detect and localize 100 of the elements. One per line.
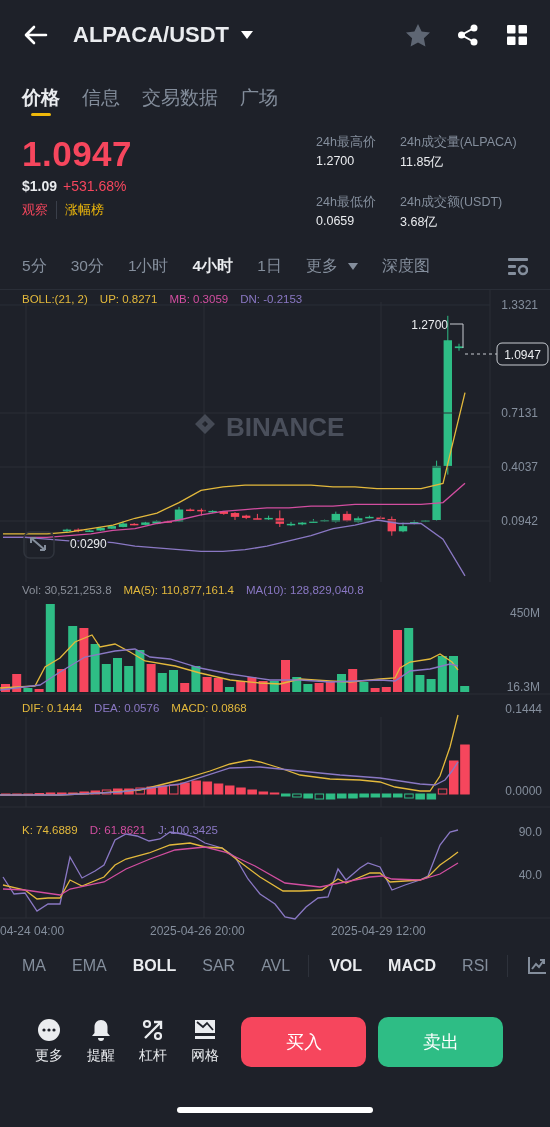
indicator-tab[interactable]: BOLL <box>132 956 177 975</box>
volume-bar <box>213 678 223 692</box>
tab[interactable]: 价格 <box>22 70 60 116</box>
legend-text: Vol: 30,521,253.8 <box>22 584 112 596</box>
watch-tag[interactable]: 观察 <box>22 201 57 219</box>
candlestick <box>398 522 408 533</box>
candlestick <box>354 516 363 524</box>
volume-bar <box>247 677 257 692</box>
share-icon[interactable] <box>457 24 479 46</box>
stat-label: 24h成交量(ALPACA) <box>400 134 518 151</box>
legend-text: DEA: 0.0576 <box>94 702 160 714</box>
candlestick <box>174 506 184 523</box>
candlestick <box>365 515 374 519</box>
indicator-tab[interactable]: MA <box>22 956 46 975</box>
legend-text: MA(5): 110,877,161.4 <box>123 584 234 596</box>
axis-label: 1.3321 <box>501 298 538 312</box>
candlestick <box>286 521 296 527</box>
interval-tab[interactable]: 更多 <box>305 256 358 277</box>
usd-price: $1.09 <box>22 178 58 194</box>
candlestick <box>275 509 284 528</box>
caret-icon[interactable] <box>241 31 254 39</box>
indicator-tab[interactable]: MACD <box>388 956 437 975</box>
legend-text: DN: -0.2153 <box>240 293 303 305</box>
buy-button[interactable]: 买入 <box>241 1017 366 1067</box>
candlestick <box>107 525 116 530</box>
candlestick <box>130 522 139 526</box>
grid-icon[interactable] <box>507 25 527 45</box>
bell-icon <box>90 1019 112 1041</box>
last-price-line <box>464 353 498 355</box>
star-icon[interactable] <box>406 23 430 47</box>
stat-label: 24h成交额(USDT) <box>400 194 504 211</box>
pair-title[interactable]: ALPACA/USDT <box>73 22 230 48</box>
stat-label: 24h最高价 <box>316 134 377 151</box>
histogram-bar <box>146 786 157 795</box>
interval-tab[interactable]: 1小时 <box>127 256 169 277</box>
candlestick <box>141 521 150 526</box>
tab[interactable]: 信息 <box>82 70 120 116</box>
ranking-tag[interactable]: 涨幅榜 <box>57 201 104 219</box>
candlestick <box>309 518 318 524</box>
legend-text: D: 61.8621 <box>89 824 146 836</box>
indicator-tab[interactable]: SAR <box>202 956 236 975</box>
candlestick <box>219 510 228 516</box>
price-change: +531.68% <box>63 178 127 194</box>
percent-arrow-icon <box>142 1019 164 1041</box>
axis-label: 0.4037 <box>501 460 538 474</box>
legend-text: DIF: 0.1444 <box>22 702 83 714</box>
indicator-tab[interactable]: EMA <box>72 956 107 975</box>
tab[interactable]: 交易数据 <box>142 70 218 116</box>
axis-label: 0.0000 <box>505 784 542 798</box>
candlestick <box>242 514 251 520</box>
interval-tab[interactable]: 5分 <box>22 256 47 277</box>
candlestick <box>454 343 464 352</box>
back-icon[interactable] <box>24 25 48 45</box>
volume-bar <box>1 684 10 692</box>
legend-text: UP: 0.8271 <box>99 293 158 305</box>
legend-text: MACD: 0.0868 <box>171 702 247 714</box>
histogram-bar <box>180 782 190 795</box>
low-label: 0.0290 <box>70 537 107 551</box>
interval-tab[interactable]: 30分 <box>70 256 104 277</box>
stat-value: 3.68亿 <box>400 214 439 231</box>
toolbar-button[interactable]: 杠杆 <box>139 1019 167 1065</box>
candlestick <box>331 511 340 524</box>
toolbar-button[interactable]: 提醒 <box>87 1019 115 1065</box>
candlestick <box>152 519 161 525</box>
legend-text: BOLL:(21, 2) <box>22 293 88 305</box>
indicator-tab[interactable]: AVL <box>261 956 291 975</box>
indicator-tab[interactable]: RSI <box>462 956 489 975</box>
histogram-bar <box>169 784 179 795</box>
time-label: 2025-04-26 20:00 <box>150 924 245 938</box>
stat-label: 24h最低价 <box>316 194 377 211</box>
volume-bar <box>449 656 458 692</box>
toolbar-button[interactable]: 网格 <box>191 1019 219 1065</box>
volume-bar <box>393 630 402 692</box>
indicator-tab[interactable]: VOL <box>329 956 363 975</box>
stat-value: 0.0659 <box>316 214 356 228</box>
candlestick <box>342 510 352 523</box>
stat-value: 1.2700 <box>316 154 356 168</box>
toolbar-button[interactable]: 更多 <box>35 1019 63 1065</box>
volume-bar <box>281 660 290 692</box>
chart-icon[interactable] <box>527 957 546 974</box>
histogram-bar <box>225 785 235 795</box>
fullscreen-icon[interactable] <box>23 531 55 559</box>
legend-text: MB: 0.3059 <box>169 293 229 305</box>
candlestick <box>432 460 441 522</box>
volume-bar <box>57 669 66 692</box>
candlestick <box>253 513 262 520</box>
volume-bar <box>79 628 89 692</box>
candlestick <box>376 515 385 520</box>
candlestick <box>85 529 94 532</box>
axis-label: 40.0 <box>518 868 542 882</box>
volume-bar <box>68 626 78 692</box>
interval-tab[interactable]: 4小时 <box>192 256 234 277</box>
tab[interactable]: 广场 <box>240 70 278 116</box>
interval-tab[interactable]: 1日 <box>257 256 282 277</box>
image-icon <box>194 1019 216 1041</box>
settings-icon[interactable] <box>508 257 528 276</box>
axis-label: 0.1444 <box>505 702 542 716</box>
volume-bar <box>337 674 346 692</box>
candlestick <box>197 508 206 517</box>
interval-tab[interactable]: 深度图 <box>381 256 430 277</box>
